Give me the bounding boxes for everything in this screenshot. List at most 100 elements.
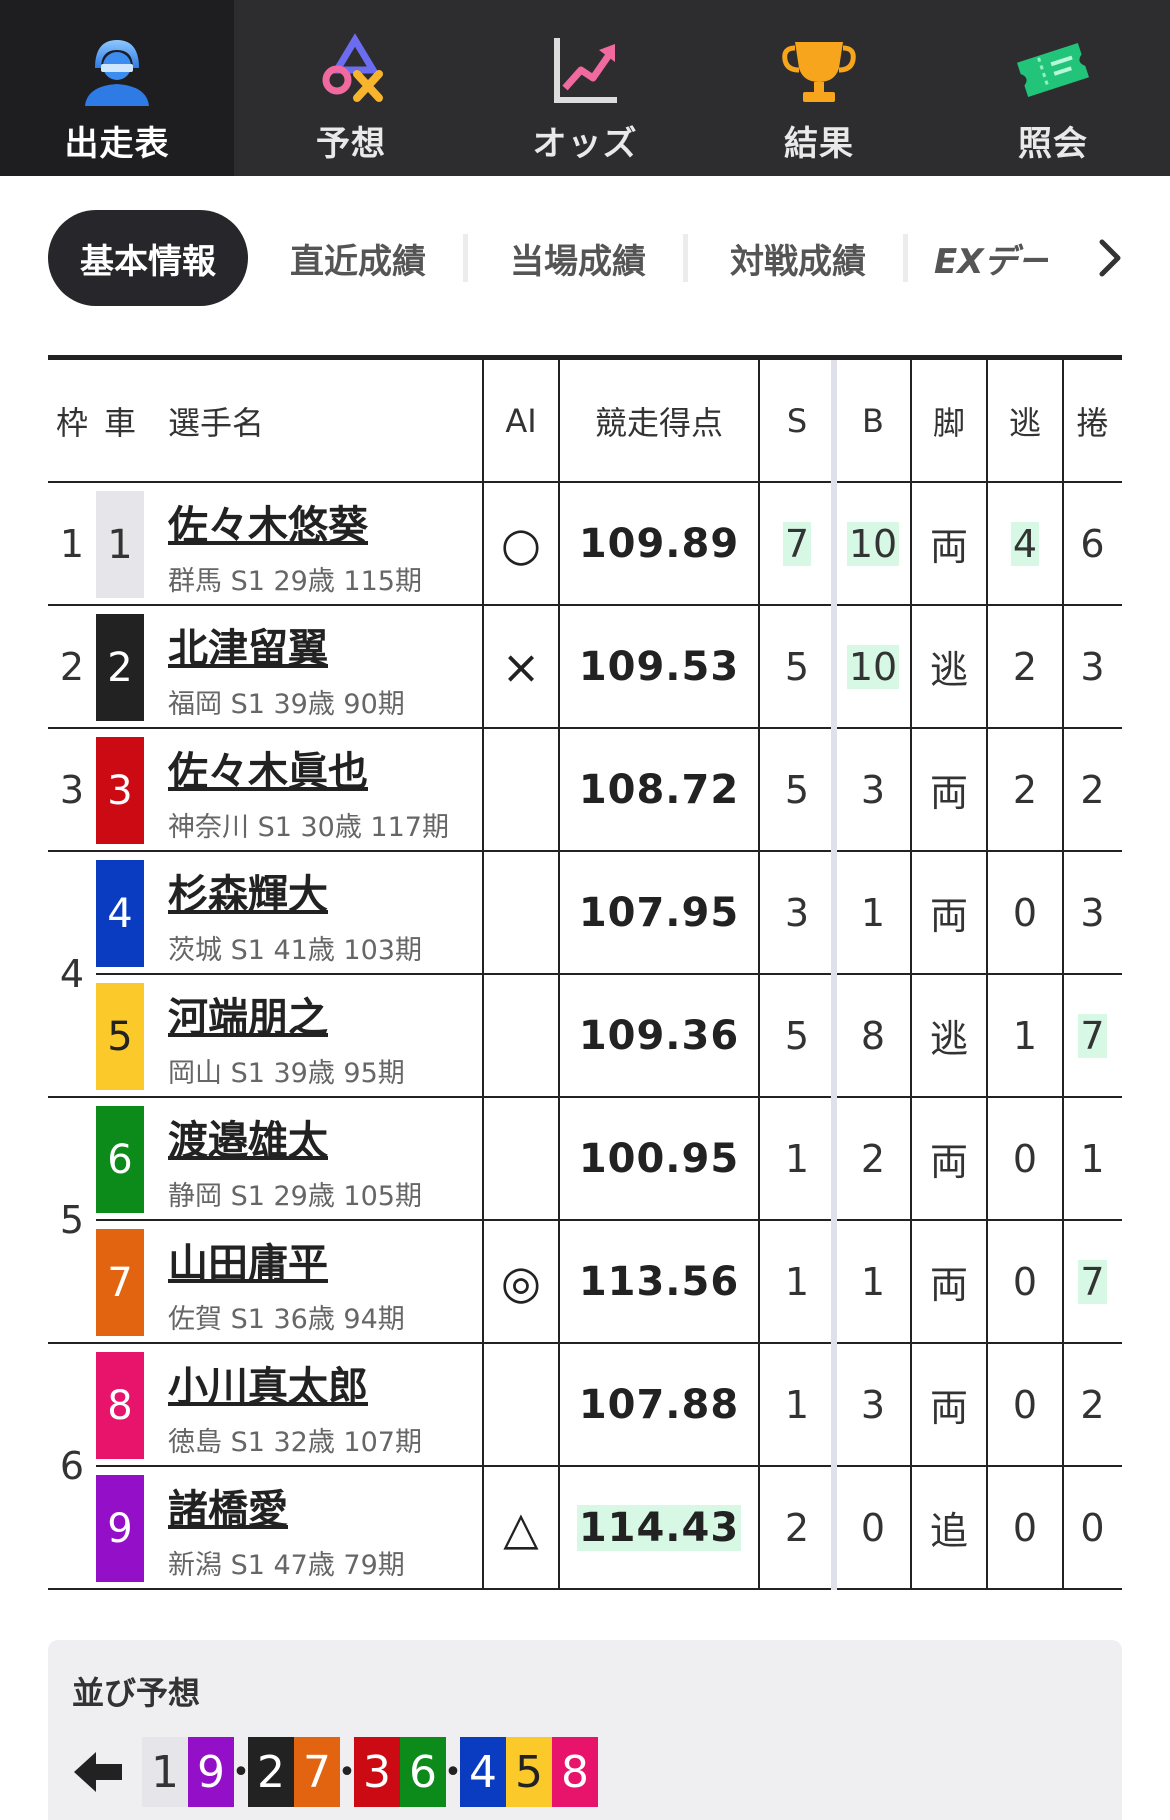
- table-row: 8 小川真太郎 徳島 S1 32歳 107期 107.88 1 3 両 0 2: [48, 1344, 1122, 1467]
- makuri-count-cell: 2: [1063, 729, 1122, 850]
- column-divider: [758, 360, 760, 1590]
- b-count-cell: 10: [835, 606, 911, 727]
- nav-tab-prediction[interactable]: 予想: [234, 0, 468, 176]
- column-divider: [482, 360, 484, 1590]
- nige-count-cell: 1: [987, 975, 1063, 1096]
- racer-info: 新潟 S1 47歳 79期: [168, 1550, 405, 1581]
- leg-type: 両: [929, 525, 968, 569]
- header-name: 選手名: [168, 403, 265, 442]
- racer-name-link[interactable]: 北津留翼: [168, 616, 328, 674]
- leg-type: 逃: [929, 648, 968, 692]
- score-cell: 109.53: [578, 643, 740, 690]
- b-count: 2: [860, 1136, 886, 1181]
- racer-name-link[interactable]: 杉森輝大: [168, 862, 328, 920]
- makuri-count-cell: 3: [1063, 852, 1122, 973]
- subtab-recent-results[interactable]: 直近成績: [248, 210, 468, 306]
- racer-info: 岡山 S1 39歳 95期: [168, 1058, 405, 1089]
- ai-mark-cell: [483, 1344, 559, 1465]
- racer-name-link[interactable]: 小川真太郎: [168, 1354, 368, 1412]
- table-header: 枠 車 選手名 AI 競走得点 S B 脚 逃 捲: [48, 360, 1122, 483]
- odds-chart-icon: [543, 28, 627, 112]
- ai-mark: ◎: [500, 1254, 542, 1309]
- racer-name-link[interactable]: 佐々木眞也: [168, 739, 368, 797]
- nav-label: 照会: [1018, 124, 1088, 164]
- b-count-cell: 1: [835, 1221, 911, 1342]
- nige-count-cell: 2: [987, 606, 1063, 727]
- subtab-basic-info[interactable]: 基本情報: [48, 210, 248, 306]
- nige-count-cell: 0: [987, 1467, 1063, 1588]
- frame-number: 3: [48, 729, 96, 850]
- leg-type-cell: 両: [911, 1344, 987, 1465]
- header-leg: 脚: [932, 403, 965, 442]
- column-divider: [558, 360, 560, 1590]
- s-count: 7: [782, 521, 812, 566]
- leg-type-cell: 追: [911, 1467, 987, 1588]
- nav-tab-entry-list[interactable]: 出走表: [0, 0, 234, 176]
- lineup-car-9: 9: [188, 1737, 234, 1807]
- score-cell: 108.72: [578, 766, 740, 813]
- nav-label: 予想: [316, 124, 386, 164]
- nav-tab-inquiry[interactable]: 照会: [936, 0, 1170, 176]
- prediction-icon: [309, 28, 393, 112]
- racer-name-link[interactable]: 佐々木悠葵: [168, 493, 368, 551]
- nav-label: オッズ: [532, 124, 638, 164]
- leg-type: 両: [929, 1386, 968, 1430]
- nige-count: 0: [1012, 1505, 1038, 1550]
- header-makuri: 捲: [1076, 403, 1109, 442]
- lineup-car-6: 6: [400, 1737, 446, 1807]
- makuri-count: 7: [1078, 1259, 1107, 1304]
- nav-tab-odds[interactable]: オッズ: [468, 0, 702, 176]
- ai-mark-cell: △: [483, 1467, 559, 1588]
- racer-info: 静岡 S1 29歳 105期: [168, 1181, 422, 1212]
- ai-mark-cell: ○: [483, 483, 559, 604]
- subtab-head-to-head[interactable]: 対戦成績: [688, 210, 908, 306]
- table-row: 9 諸橋愛 新潟 S1 47歳 79期 △ 114.43 2 0 追 0 0: [48, 1467, 1122, 1590]
- leg-type-cell: 両: [911, 729, 987, 850]
- leg-type-cell: 両: [911, 1098, 987, 1219]
- leg-type: 追: [929, 1509, 968, 1553]
- ai-mark-cell: [483, 1098, 559, 1219]
- car-number-badge: 9: [96, 1475, 144, 1582]
- table-row: 3 佐々木眞也 神奈川 S1 30歳 117期 108.72 5 3 両 2 2: [48, 729, 1122, 852]
- nav-tab-results[interactable]: 結果: [702, 0, 936, 176]
- nige-count: 0: [1012, 1136, 1038, 1181]
- column-divider: [1062, 360, 1064, 1590]
- ai-mark-cell: [483, 852, 559, 973]
- car-number-badge: 8: [96, 1352, 144, 1459]
- score-cell-cell: 114.43: [559, 1467, 759, 1588]
- b-count: 1: [860, 1259, 886, 1304]
- racer-name-link[interactable]: 諸橋愛: [168, 1477, 288, 1535]
- makuri-count-cell: 7: [1063, 1221, 1122, 1342]
- racer-name-link[interactable]: 渡邉雄太: [168, 1108, 328, 1166]
- table-body: 1 佐々木悠葵 群馬 S1 29歳 115期 ○ 109.89 7 10 両 4 6 2 北津留翼 福岡…: [48, 483, 1122, 1590]
- table-row: 2 北津留翼 福岡 S1 39歳 90期 × 109.53 5 10 逃 2 3: [48, 606, 1122, 729]
- s-count-cell: 5: [759, 975, 835, 1096]
- makuri-count: 0: [1080, 1505, 1105, 1550]
- b-count: 8: [860, 1013, 886, 1058]
- b-count-cell: 3: [835, 1344, 911, 1465]
- s-count-cell: 1: [759, 1098, 835, 1219]
- line-prediction-title: 並び予想: [72, 1674, 201, 1712]
- racer-name-link[interactable]: 山田庸平: [168, 1231, 328, 1289]
- header-nige: 逃: [1008, 403, 1041, 442]
- chevron-right-icon[interactable]: [1088, 236, 1128, 280]
- nige-count: 4: [1010, 521, 1040, 566]
- score-cell: 107.88: [578, 1381, 740, 1428]
- subtab-ex-data[interactable]: EXデー: [908, 210, 1048, 306]
- b-count-cell: 10: [835, 483, 911, 604]
- race-entry-table: 枠 車 選手名 AI 競走得点 S B 脚 逃 捲 1 佐々木悠葵 群馬 S1 29…: [48, 355, 1122, 1590]
- score-cell-cell: 109.89: [559, 483, 759, 604]
- lineup-car-1: 1: [142, 1737, 188, 1807]
- b-count: 0: [860, 1505, 886, 1550]
- header-s: S: [786, 401, 808, 440]
- score-cell: 114.43: [576, 1504, 742, 1551]
- header-ai: AI: [505, 401, 537, 440]
- makuri-count: 3: [1080, 890, 1105, 935]
- line-prediction-panel: 並び予想 1 9 • 2 7 • 3 6 • 4 5 8: [48, 1640, 1122, 1820]
- s-count: 5: [784, 1013, 810, 1058]
- subtab-track-results[interactable]: 当場成績: [468, 210, 688, 306]
- nige-count: 0: [1012, 890, 1038, 935]
- ai-mark: ×: [501, 639, 541, 694]
- leg-type-cell: 両: [911, 483, 987, 604]
- racer-name-link[interactable]: 河端朋之: [168, 985, 328, 1043]
